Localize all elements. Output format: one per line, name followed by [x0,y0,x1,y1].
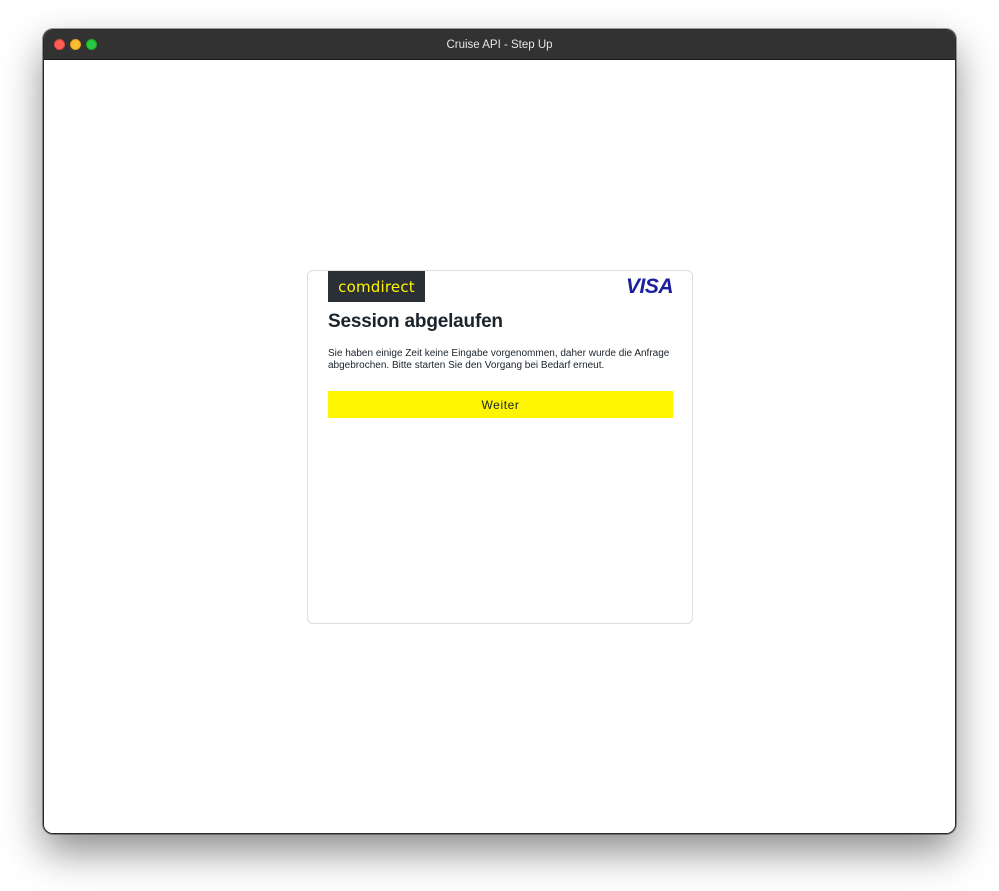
title-bar[interactable]: Cruise API - Step Up [44,30,955,60]
session-card: comdirect VISA Session abgelaufen Sie ha… [307,270,693,624]
session-expired-message: Sie haben einige Zeit keine Eingabe vorg… [328,348,670,371]
web-content: comdirect VISA Session abgelaufen Sie ha… [44,60,955,833]
window-title: Cruise API - Step Up [446,39,553,51]
comdirect-logo-text: comdirect [338,277,415,296]
visa-logo: VISA [625,275,674,298]
comdirect-logo: comdirect [328,271,425,302]
weiter-button[interactable]: Weiter [328,391,673,418]
app-window: Cruise API - Step Up comdirect VISA Sess… [43,29,956,834]
page-title: Session abgelaufen [328,311,503,332]
